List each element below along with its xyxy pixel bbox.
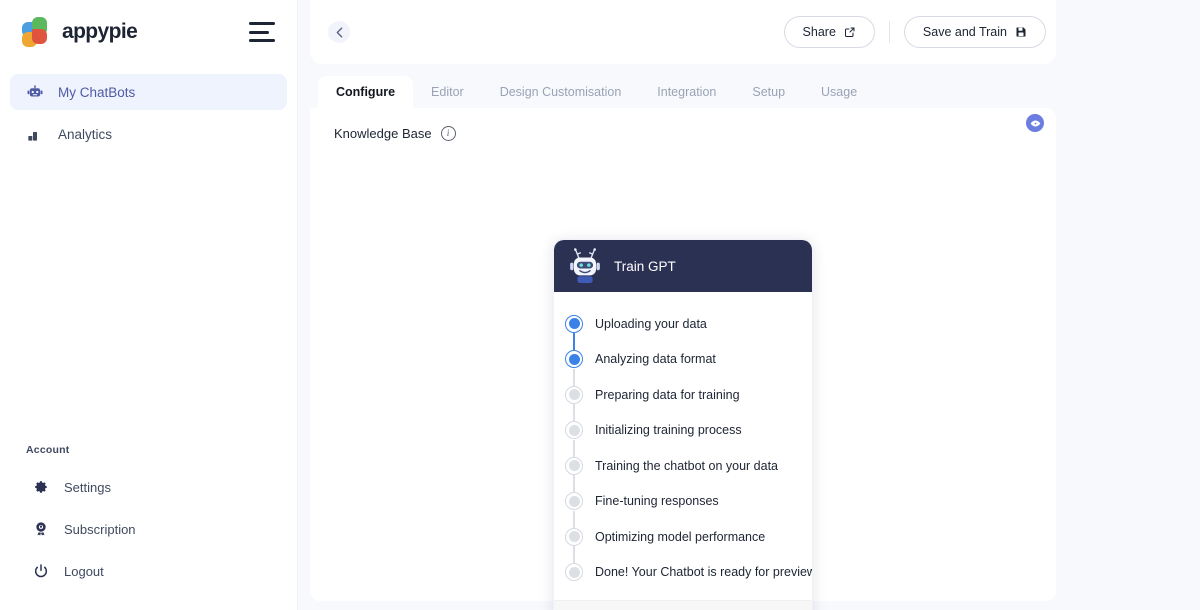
main-area: Share Save and Train	[298, 0, 1200, 610]
tab-bar: Configure Editor Design Customisation In…	[310, 72, 1056, 108]
save-floppy-icon	[1015, 26, 1027, 38]
sidebar-nav: My ChatBots Analytics	[0, 60, 297, 158]
app-root: appypie My ChatBots	[0, 0, 1200, 610]
step-item: Optimizing model performance	[554, 519, 812, 555]
step-status-indicator	[565, 563, 583, 581]
top-bar: Share Save and Train	[310, 0, 1056, 64]
step-connector	[573, 404, 575, 421]
info-icon[interactable]: i	[441, 126, 456, 141]
step-item: Done! Your Chatbot is ready for preview	[554, 555, 812, 591]
step-status-indicator	[565, 315, 583, 333]
step-label: Done! Your Chatbot is ready for preview	[595, 565, 813, 579]
sidebar: appypie My ChatBots	[0, 0, 298, 610]
training-steps-list: Uploading your data Analyzing data forma…	[554, 292, 812, 600]
step-item: Preparing data for training	[554, 377, 812, 413]
step-label: Optimizing model performance	[595, 530, 765, 544]
back-button[interactable]	[328, 21, 350, 43]
content-panel: Knowledge Base i	[310, 108, 1056, 601]
modal-title: Train GPT	[614, 259, 676, 274]
step-item: Fine-tuning responses	[554, 484, 812, 520]
sidebar-item-my-chatbots[interactable]: My ChatBots	[10, 74, 287, 110]
step-connector	[573, 333, 575, 350]
tab-editor[interactable]: Editor	[413, 76, 482, 108]
tab-integration[interactable]: Integration	[639, 76, 734, 108]
award-badge-icon	[32, 520, 50, 538]
step-status-indicator	[565, 528, 583, 546]
step-label: Initializing training process	[595, 423, 742, 437]
sidebar-item-label: Analytics	[58, 127, 112, 142]
step-item: Analyzing data format	[554, 342, 812, 378]
main-inner: Share Save and Train	[310, 0, 1056, 610]
save-and-train-label: Save and Train	[923, 25, 1007, 39]
step-item: Initializing training process	[554, 413, 812, 449]
sidebar-item-label: Settings	[64, 480, 111, 495]
share-button[interactable]: Share	[784, 16, 875, 48]
step-label: Preparing data for training	[595, 388, 740, 402]
account-section: Account Settings	[0, 444, 297, 610]
step-label: Fine-tuning responses	[595, 494, 719, 508]
account-heading: Account	[10, 444, 287, 456]
sidebar-item-label: Logout	[64, 564, 104, 579]
sidebar-item-analytics[interactable]: Analytics	[10, 116, 287, 152]
chevron-left-icon	[336, 27, 343, 38]
appypie-logo-icon	[22, 17, 52, 47]
page-title: Knowledge Base	[334, 126, 432, 141]
sidebar-item-subscription[interactable]: Subscription	[10, 512, 287, 546]
tab-configure[interactable]: Configure	[318, 76, 413, 108]
step-connector	[573, 546, 575, 563]
step-label: Training the chatbot on your data	[595, 459, 778, 473]
save-and-train-button[interactable]: Save and Train	[904, 16, 1046, 48]
brand-row: appypie	[0, 4, 297, 60]
top-actions: Share Save and Train	[784, 16, 1046, 48]
gear-icon	[32, 478, 50, 496]
sidebar-item-logout[interactable]: Logout	[10, 554, 287, 588]
step-connector	[573, 440, 575, 457]
sidebar-item-label: My ChatBots	[58, 85, 135, 100]
sidebar-item-settings[interactable]: Settings	[10, 470, 287, 504]
tab-usage[interactable]: Usage	[803, 76, 875, 108]
knowledge-base-header: Knowledge Base i	[330, 126, 1036, 141]
hamburger-menu-icon[interactable]	[249, 22, 275, 42]
step-label: Uploading your data	[595, 317, 707, 331]
step-status-indicator	[565, 386, 583, 404]
brand-name: appypie	[62, 20, 137, 44]
action-divider	[889, 21, 890, 43]
step-connector	[573, 475, 575, 492]
step-status-indicator	[565, 350, 583, 368]
robot-icon	[26, 83, 44, 101]
tab-setup[interactable]: Setup	[734, 76, 803, 108]
power-icon	[32, 562, 50, 580]
bar-chart-icon	[26, 125, 44, 143]
eye-preview-icon[interactable]	[1026, 114, 1044, 132]
modal-header: Train GPT	[554, 240, 812, 292]
step-label: Analyzing data format	[595, 352, 716, 366]
tab-design-customisation[interactable]: Design Customisation	[482, 76, 640, 108]
step-status-indicator	[565, 457, 583, 475]
share-button-label: Share	[803, 25, 836, 39]
step-item: Training the chatbot on your data	[554, 448, 812, 484]
sidebar-item-label: Subscription	[64, 522, 136, 537]
step-connector	[573, 369, 575, 386]
modal-footer: Powered by	[554, 600, 812, 610]
step-status-indicator	[565, 492, 583, 510]
step-status-indicator	[565, 421, 583, 439]
external-link-icon	[844, 26, 856, 38]
step-connector	[573, 511, 575, 528]
robot-mascot-icon	[568, 247, 602, 285]
train-gpt-modal: Train GPT Uploading your data Analyzing …	[553, 239, 813, 610]
step-item: Uploading your data	[554, 306, 812, 342]
